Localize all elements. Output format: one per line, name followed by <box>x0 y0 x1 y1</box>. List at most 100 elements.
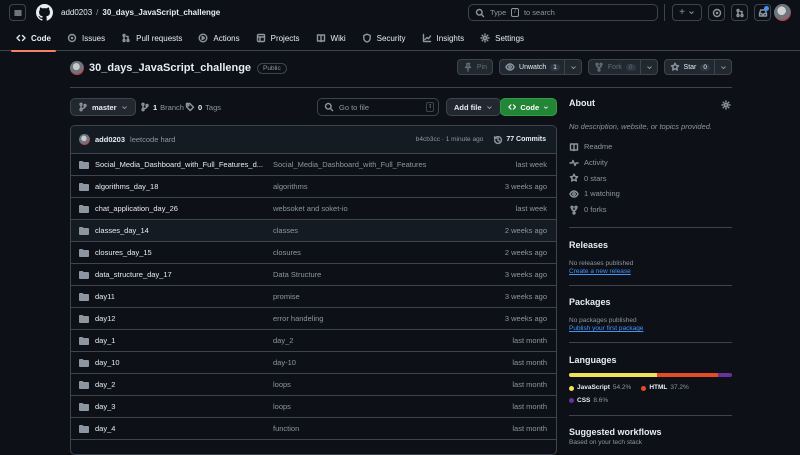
tab-projects[interactable]: Projects <box>248 26 308 51</box>
file-row[interactable]: day_3 loops last month <box>71 396 556 418</box>
file-name[interactable]: closures_day_15 <box>95 248 269 257</box>
create-new-button[interactable]: + <box>672 4 702 21</box>
file-commit-message[interactable]: error handeling <box>273 314 323 323</box>
file-row[interactable]: day_2 loops last month <box>71 374 556 396</box>
user-avatar[interactable] <box>774 4 791 21</box>
fork-dropdown[interactable] <box>639 59 657 75</box>
inbox-button[interactable] <box>754 4 771 21</box>
commit-message[interactable]: leetcode hard <box>130 135 175 144</box>
file-row[interactable]: classes_day_14 classes 2 weeks ago <box>71 220 556 242</box>
file-row[interactable]: closures_day_15 closures 2 weeks ago <box>71 242 556 264</box>
file-commit-message[interactable]: algorithms <box>273 182 308 191</box>
branches-link[interactable]: 1 Branch <box>140 102 184 112</box>
github-logo[interactable] <box>36 4 53 21</box>
issues-button[interactable] <box>708 4 725 21</box>
forks-link[interactable]: 0 forks <box>569 202 732 218</box>
breadcrumb-repo[interactable]: 30_days_JavaScript_challenge <box>102 8 220 17</box>
readme-link[interactable]: Readme <box>569 139 732 155</box>
file-row[interactable]: chat_application_day_26 websoket and soke… <box>71 198 556 220</box>
file-commit-message[interactable]: Data Structure <box>273 270 321 279</box>
breadcrumb-owner[interactable]: add0203 <box>61 8 92 17</box>
file-row[interactable]: Social_Media_Dashboard_with_Full_Feature… <box>71 154 556 176</box>
file-name[interactable]: data_structure_day_17 <box>95 270 269 279</box>
file-commit-message[interactable]: day-10 <box>273 358 296 367</box>
file-row[interactable]: data_structure_day_17 Data Structure 3 wee… <box>71 264 556 286</box>
file-name[interactable]: day_2 <box>95 380 269 389</box>
go-to-file-placeholder: Go to file <box>339 102 370 112</box>
star-dropdown[interactable] <box>714 59 731 75</box>
commit-author[interactable]: add0203 <box>95 135 125 144</box>
file-name[interactable]: day_10 <box>95 358 269 367</box>
pull-request-icon <box>122 33 130 43</box>
fork-button[interactable]: Fork 0 <box>587 59 658 75</box>
go-to-file-input[interactable]: Go to file t <box>317 98 439 116</box>
tab-issues[interactable]: Issues <box>59 26 113 51</box>
sidebar: About No description, website, or topics… <box>569 98 732 446</box>
file-row[interactable]: algorithms_day_18 algorithms 3 weeks ago <box>71 176 556 198</box>
file-commit-message[interactable]: loops <box>273 402 291 411</box>
commit-hash-time[interactable]: b4cb3cc · 1 minute ago <box>416 136 484 143</box>
language-item[interactable]: HTML 37.2% <box>641 382 689 394</box>
commits-link[interactable]: 77 Commits <box>493 135 546 145</box>
owner-avatar[interactable] <box>70 61 84 75</box>
file-row[interactable]: day_10 day-10 last month <box>71 352 556 374</box>
file-row[interactable]: day_1 day_2 last month <box>71 330 556 352</box>
gear-icon[interactable] <box>721 100 731 110</box>
stars-link[interactable]: 0 stars <box>569 170 732 186</box>
file-commit-message[interactable]: function <box>273 424 299 433</box>
tab-security[interactable]: Security <box>354 26 414 51</box>
star-button[interactable]: Star 0 <box>663 59 732 75</box>
file-row[interactable]: day_4 function last month <box>71 418 556 440</box>
tab-pull-requests[interactable]: Pull requests <box>113 26 190 51</box>
code-icon <box>508 104 517 110</box>
file-name[interactable]: day11 <box>95 292 269 301</box>
file-row[interactable]: day12 error handeling 3 weeks ago <box>71 308 556 330</box>
file-commit-message[interactable]: closures <box>273 248 301 257</box>
file-name[interactable]: day_4 <box>95 424 269 433</box>
file-name[interactable]: classes_day_14 <box>95 226 269 235</box>
file-name[interactable]: day_3 <box>95 402 269 411</box>
pull-requests-button[interactable] <box>731 4 748 21</box>
file-name[interactable]: algorithms_day_18 <box>95 182 269 191</box>
pin-button[interactable]: Pin <box>456 59 494 75</box>
menu-button[interactable] <box>9 4 26 21</box>
publish-package-link[interactable]: Publish your first package <box>569 325 732 332</box>
code-button[interactable]: Code <box>500 98 557 116</box>
unwatch-button[interactable]: Unwatch 1 <box>499 59 582 75</box>
add-file-button[interactable]: Add file <box>446 98 501 116</box>
language-item[interactable]: JavaScript 54.2% <box>569 382 631 394</box>
branch-select-button[interactable]: master <box>70 98 136 116</box>
search-prefix: Type <box>490 8 507 17</box>
file-name[interactable]: chat_application_day_26 <box>95 204 269 213</box>
search-icon <box>475 8 485 17</box>
tab-code[interactable]: Code <box>8 26 59 52</box>
file-commit-message[interactable]: day_2 <box>273 336 293 345</box>
tab-insights[interactable]: Insights <box>414 26 473 51</box>
watch-dropdown[interactable] <box>563 59 581 75</box>
commit-author-avatar[interactable] <box>79 134 90 145</box>
file-commit-message[interactable]: Social_Media_Dashboard_with_Full_Feature… <box>273 160 426 169</box>
file-commit-message[interactable]: promise <box>273 292 300 301</box>
tab-actions[interactable]: Actions <box>190 26 247 51</box>
releases-title[interactable]: Releases <box>569 240 732 250</box>
file-commit-message[interactable]: websoket and soket-io <box>273 204 348 213</box>
activity-label: Activity <box>584 158 608 168</box>
file-commit-message[interactable]: loops <box>273 380 291 389</box>
packages-title[interactable]: Packages <box>569 297 732 307</box>
watching-link[interactable]: 1 watching <box>569 186 732 202</box>
tags-link[interactable]: 0 Tags <box>185 102 221 112</box>
tab-wiki[interactable]: Wiki <box>308 26 354 51</box>
repo-name[interactable]: 30_days_JavaScript_challenge <box>89 62 251 74</box>
file-name[interactable]: day_1 <box>95 336 269 345</box>
activity-link[interactable]: Activity <box>569 155 732 171</box>
language-item[interactable]: CSS 8.6% <box>569 395 608 407</box>
history-icon <box>494 135 503 144</box>
global-search-input[interactable]: Type / to search <box>468 4 658 21</box>
file-row[interactable]: day11 promise 3 weeks ago <box>71 286 556 308</box>
tab-settings[interactable]: Settings <box>472 26 532 51</box>
plus-icon: + <box>679 6 685 18</box>
file-name[interactable]: Social_Media_Dashboard_with_Full_Feature… <box>95 160 269 169</box>
create-release-link[interactable]: Create a new release <box>569 268 732 275</box>
file-name[interactable]: day12 <box>95 314 269 323</box>
file-commit-message[interactable]: classes <box>273 226 298 235</box>
